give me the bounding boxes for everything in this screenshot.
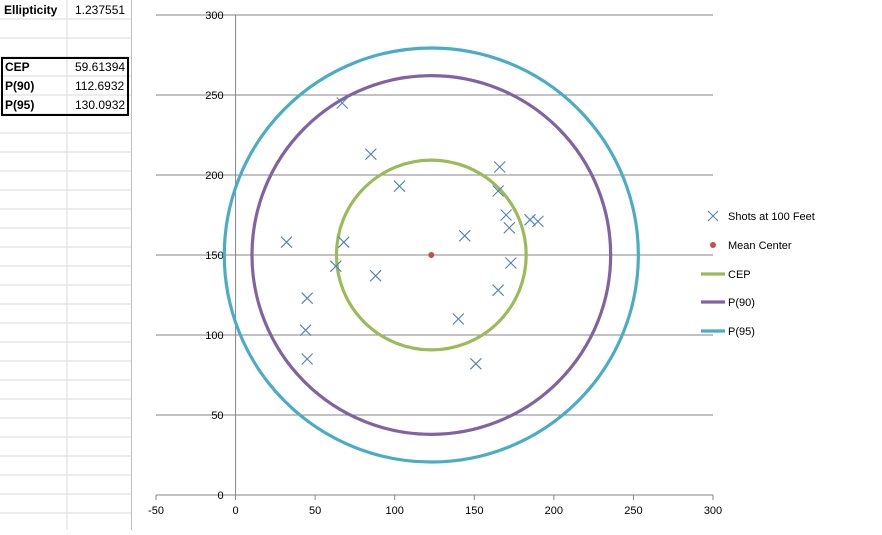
legend-label: CEP — [728, 269, 751, 281]
scatter-chart[interactable]: 050100150200250300-50 0 50 100 150 200 250 300 … — [132, 0, 882, 530]
spreadsheet-area: Ellipticity 1.237551 CEP 59.61394 P(90) … — [0, 0, 131, 530]
shot-point[interactable] — [492, 284, 505, 297]
y-tick-label: 0 — [217, 490, 223, 502]
p95-value[interactable]: 130.0932 — [75, 95, 125, 115]
x-tick-label: -50 — [148, 505, 164, 517]
legend-item[interactable]: Mean Center — [710, 240, 792, 252]
shot-point[interactable] — [280, 236, 293, 249]
y-tick-label: 200 — [205, 170, 223, 182]
y-tick-label: 150 — [205, 250, 223, 262]
cep-value[interactable]: 59.61394 — [75, 57, 125, 77]
legend-label: P(95) — [728, 326, 755, 338]
legend-item[interactable]: P(95) — [701, 326, 755, 338]
shot-point[interactable] — [500, 209, 513, 221]
y-tick-label: 300 — [205, 10, 223, 22]
y-tick-label: 250 — [205, 90, 223, 102]
x-tick-label: 300 — [704, 505, 722, 517]
shot-point[interactable] — [452, 313, 465, 325]
shot-point[interactable] — [458, 229, 471, 242]
cep-label[interactable]: CEP — [5, 57, 30, 77]
legend-marker-mean — [710, 242, 716, 248]
x-tick-label: 250 — [624, 505, 642, 517]
legend-item[interactable]: P(90) — [701, 297, 755, 309]
x-tick-label: 150 — [465, 505, 483, 517]
x-tick-label: 0 — [233, 505, 239, 517]
ellipticity-value[interactable]: 1.237551 — [75, 0, 125, 20]
p95-label[interactable]: P(95) — [5, 95, 34, 115]
shot-point[interactable] — [301, 353, 314, 365]
x-tick-label: 50 — [309, 505, 321, 517]
legend-label: Shots at 100 Feet — [728, 211, 815, 223]
p90-label[interactable]: P(90) — [5, 76, 34, 96]
shot-point[interactable] — [504, 257, 517, 269]
legend-marker-shots — [707, 210, 719, 222]
legend-item[interactable]: CEP — [701, 269, 751, 281]
shot-point[interactable] — [532, 215, 544, 228]
shot-point[interactable] — [364, 148, 377, 161]
x-tick-label: 200 — [545, 505, 563, 517]
legend-label: Mean Center — [728, 240, 792, 252]
y-tick-label: 50 — [211, 410, 223, 422]
ellipticity-label[interactable]: Ellipticity — [4, 0, 57, 20]
p90-value[interactable]: 112.6932 — [75, 76, 124, 96]
shot-point[interactable] — [503, 221, 516, 234]
mean-center-point[interactable] — [428, 252, 435, 258]
shot-point[interactable] — [369, 269, 382, 282]
shot-point[interactable] — [337, 236, 350, 249]
chart-area[interactable]: 0 50 100 150 200 250 300 -50 0 50 100 150 200 250 300 … — [131, 0, 882, 530]
y-tick-label: 100 — [205, 330, 223, 342]
shot-point[interactable] — [393, 180, 406, 193]
shot-point[interactable] — [299, 324, 312, 337]
x-tick-label: 100 — [386, 505, 404, 517]
legend-item[interactable]: Shots at 100 Feet — [707, 210, 815, 223]
legend-label: P(90) — [728, 297, 755, 309]
shot-point[interactable] — [301, 292, 314, 305]
shot-point[interactable] — [493, 161, 506, 173]
shot-point[interactable] — [469, 357, 482, 370]
shot-point[interactable] — [524, 213, 536, 226]
